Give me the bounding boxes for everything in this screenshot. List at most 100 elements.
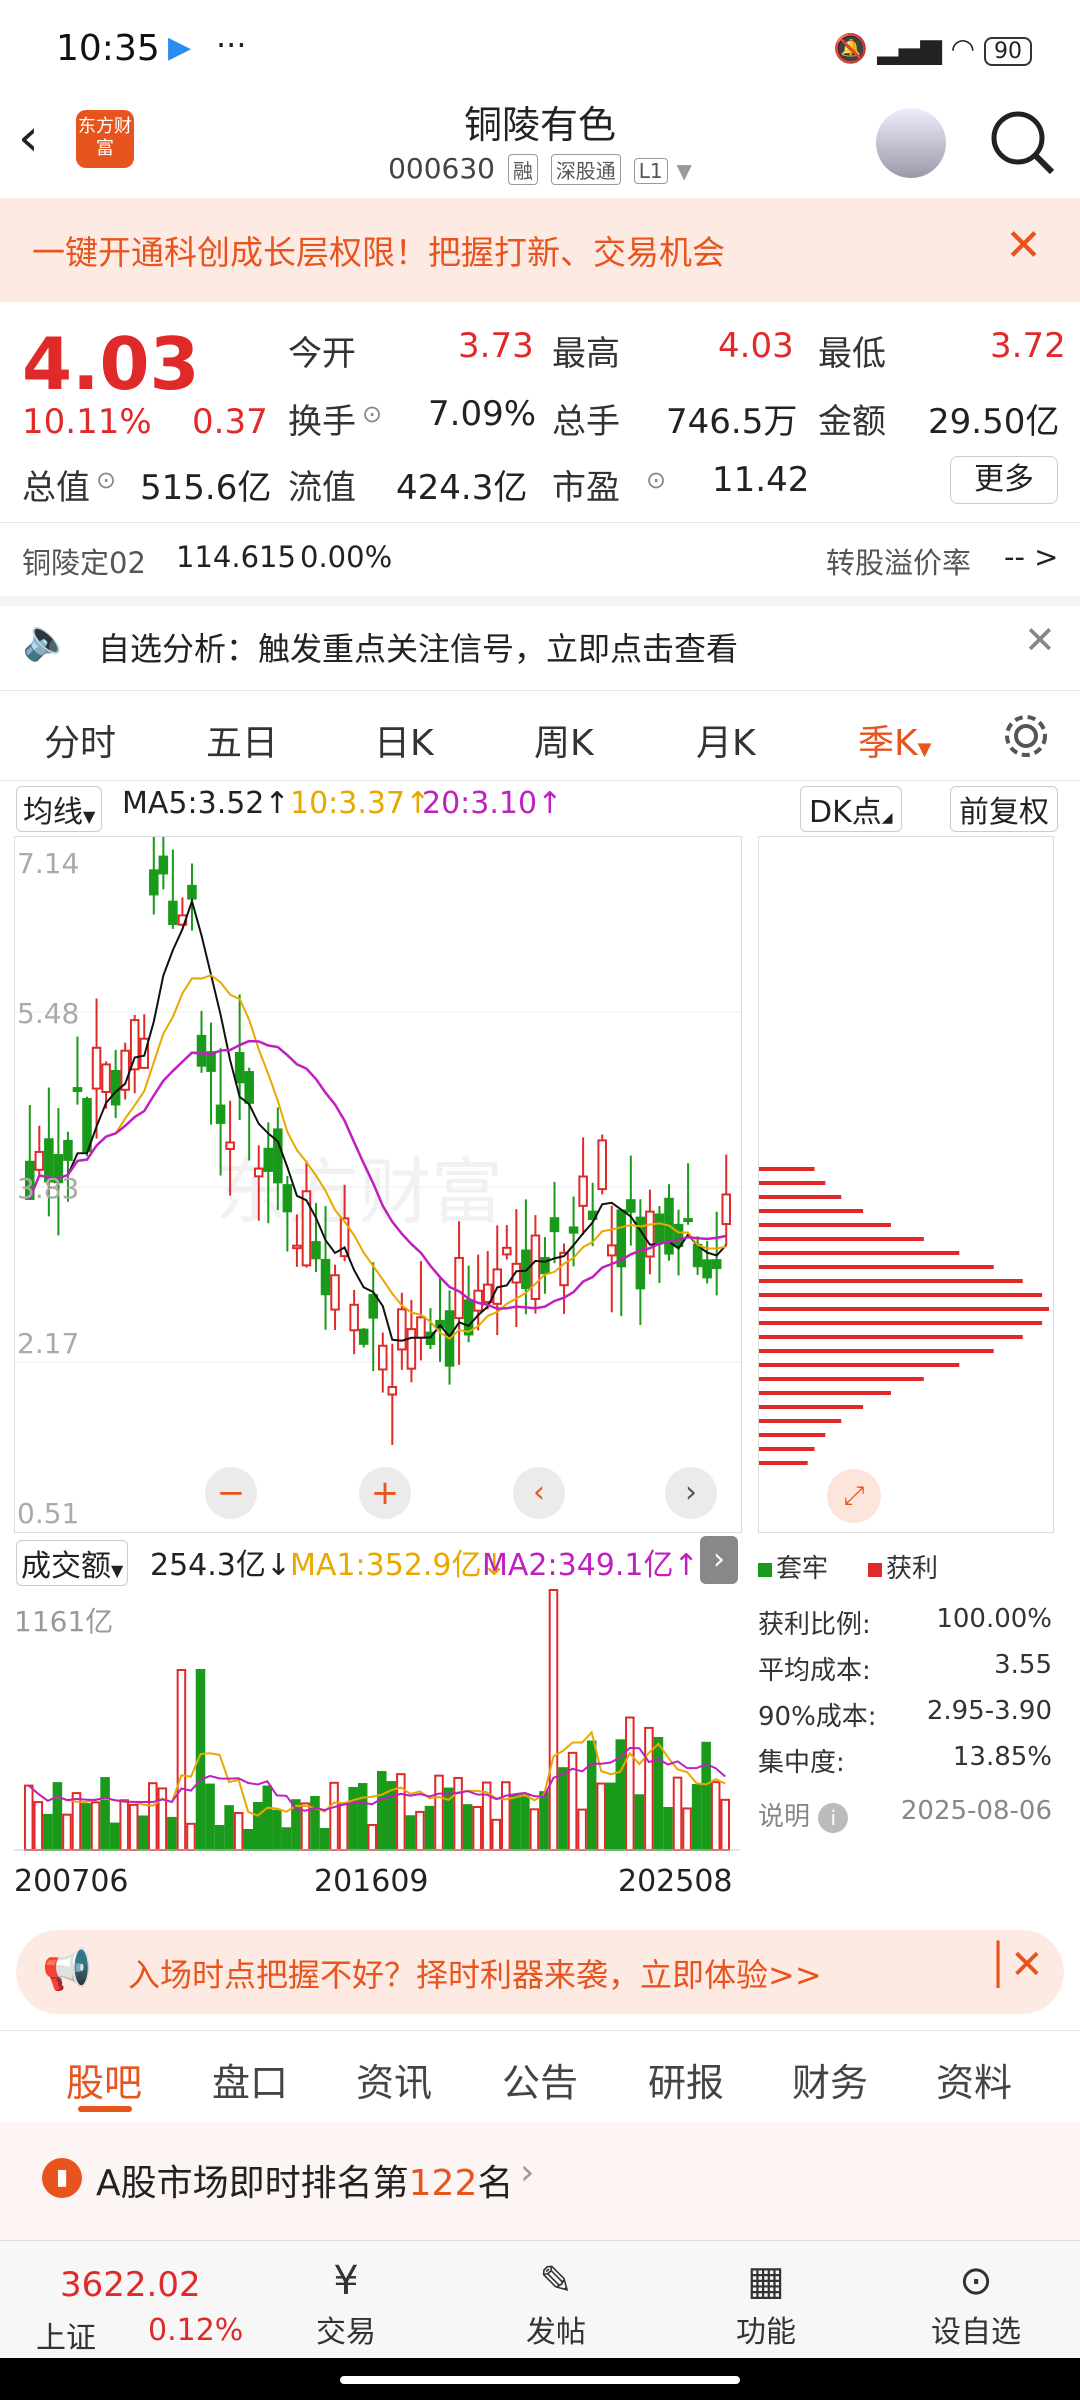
candle-body — [368, 1294, 379, 1319]
analysis-text[interactable]: 自选分析：触发重点关注信号，立即点击查看 — [98, 624, 738, 670]
volume-bar — [510, 1794, 521, 1852]
nav-trade[interactable]: ¥ 交易 — [276, 2255, 416, 2351]
candle-body — [416, 1316, 426, 1339]
tab-forum[interactable]: 股吧 — [66, 2052, 142, 2107]
volume-bar — [262, 1785, 273, 1851]
volume-bar — [644, 1726, 654, 1851]
tab-research[interactable]: 研报 — [648, 2052, 724, 2107]
mktcap-label[interactable]: 总值 — [22, 460, 90, 509]
note-date: 2025-08-06 — [900, 1796, 1052, 1826]
tab-announcements[interactable]: 公告 — [502, 2052, 578, 2107]
candle-body — [606, 1244, 617, 1257]
convertible-name[interactable]: 铜陵定02 — [22, 540, 146, 582]
tab-daily[interactable]: 日K — [374, 714, 434, 766]
nav-functions[interactable]: ▦ 功能 — [696, 2255, 836, 2351]
volume-type-select[interactable]: 成交额▼ — [16, 1540, 129, 1586]
volume-bar — [119, 1799, 129, 1852]
tab-monthly[interactable]: 月K — [696, 714, 756, 766]
tag-margin: 融 — [507, 154, 538, 185]
mute-icon: 🔕 — [833, 32, 869, 65]
close-icon[interactable]: ✕ — [1005, 220, 1042, 271]
note-link[interactable]: 说明 i — [758, 1796, 849, 1833]
chevron-right-icon[interactable]: › — [665, 1467, 717, 1519]
chip-bar — [759, 1363, 960, 1367]
premium-value[interactable]: -- > — [1004, 540, 1058, 574]
volume-bar — [539, 1791, 549, 1851]
volume-bar — [434, 1774, 444, 1851]
chip-bar — [759, 1419, 842, 1423]
tab-intraday[interactable]: 分时 — [44, 714, 116, 766]
expand-icon[interactable]: ⤢ — [827, 1469, 881, 1523]
tab-news[interactable]: 资讯 — [356, 2052, 432, 2107]
low-label: 最低 — [818, 334, 886, 374]
kline-chart[interactable]: 东方财富 7.14 5.48 3.83 2.17 0.51 − + ‹ › — [14, 818, 742, 1533]
promo-banner[interactable]: 一键开通科创成长层权限！把握打新、交易机会 ✕ — [0, 198, 1080, 302]
timing-promo[interactable]: 📢 入场时点把握不好？择时利器来袭，立即体验>> │✕ — [16, 1930, 1064, 2014]
divider — [0, 780, 1080, 781]
more-button[interactable]: 更多 — [950, 456, 1058, 504]
promo-text: 入场时点把握不好？择时利器来袭，立即体验>> — [128, 1956, 822, 1994]
tick-label: 7.14 — [17, 847, 80, 880]
tick-label: 0.51 — [17, 1497, 80, 1530]
close-icon[interactable]: ✕ — [1024, 618, 1056, 662]
volume-ma1: MA1:352.9亿↓ — [290, 1548, 507, 1583]
candle-body — [34, 1150, 45, 1171]
tab-weekly[interactable]: 周K — [534, 714, 594, 766]
divider — [0, 2030, 1080, 2031]
zoom-out-icon[interactable]: − — [205, 1467, 257, 1519]
chip-bar — [759, 1279, 1023, 1283]
nav-watchlist[interactable]: ⊙ 设自选 — [906, 2255, 1046, 2351]
kline-svg: 东方财富 — [15, 818, 741, 1445]
play-icon: ▶ — [168, 30, 192, 65]
chevron-left-icon[interactable]: ‹ — [513, 1467, 565, 1519]
candle-body — [244, 1071, 254, 1104]
tab-finance[interactable]: 财务 — [792, 2052, 868, 2107]
volume-bar — [691, 1784, 702, 1851]
status-icons: 🔕 ▂▄▆ ◠ 90 — [833, 32, 1032, 66]
candle-body — [320, 1258, 331, 1296]
volume-bar — [128, 1803, 139, 1851]
chart-tabs: 分时 五日 日K 周K 月K 季K▼ — [0, 690, 1080, 780]
volume-bar — [252, 1801, 263, 1851]
chip-distribution[interactable]: ⤢ — [758, 836, 1054, 1533]
tab-quarterly[interactable]: 季K▼ — [858, 714, 931, 766]
tab-5day[interactable]: 五日 — [206, 714, 278, 766]
volume-chart[interactable]: 1161亿 200706 201609 202508 — [14, 1588, 740, 1918]
chip-bar — [759, 1195, 842, 1199]
search-icon[interactable] — [988, 108, 1056, 176]
bottom-nav: 3622.02 上证 0.12% ¥ 交易 ✎ 发帖 ▦ 功能 ⊙ 设自选 — [0, 2240, 1080, 2359]
swatch-red — [868, 1563, 882, 1577]
info-icon[interactable]: ⊙ — [96, 466, 116, 494]
chip-bar — [759, 1223, 891, 1227]
close-icon[interactable]: │✕ — [986, 1942, 1044, 1988]
dk-button[interactable]: DK点◢ — [800, 786, 902, 832]
gear-icon[interactable] — [1002, 712, 1050, 760]
market-rank[interactable]: ▮ A股市场即时排名第122名 › — [0, 2122, 1080, 2240]
candle-body — [387, 1385, 398, 1396]
candle-body — [711, 1259, 722, 1270]
info-icon[interactable]: ⊙ — [646, 466, 666, 494]
tab-orderbook[interactable]: 盘口 — [212, 2052, 288, 2107]
zoom-in-icon[interactable]: + — [359, 1467, 411, 1519]
volume-bar — [529, 1808, 540, 1851]
volume-label: 总手 — [552, 402, 620, 442]
index-value[interactable]: 3622.02 — [60, 2265, 201, 2305]
turnover-label[interactable]: 换手 — [288, 394, 356, 443]
assistant-avatar[interactable] — [876, 108, 946, 178]
volume-bar — [186, 1822, 196, 1852]
adjust-button[interactable]: 前复权 — [950, 786, 1058, 832]
expand-panel-button[interactable]: › — [700, 1536, 738, 1584]
nav-post[interactable]: ✎ 发帖 — [486, 2255, 626, 2351]
speaker-icon: 🔈 — [22, 617, 72, 663]
ma-type-select[interactable]: 均线▼ — [16, 786, 103, 832]
pe-value: 11.42 — [712, 460, 810, 500]
megaphone-icon: 📢 — [42, 1947, 92, 1993]
candle-body — [530, 1234, 541, 1300]
tab-profile[interactable]: 资料 — [936, 2052, 1012, 2107]
info-icon[interactable]: ⊙ — [362, 400, 382, 428]
pe-label[interactable]: 市盈 — [552, 460, 620, 509]
candle-body — [72, 1087, 83, 1093]
chevron-down-icon[interactable]: ▼ — [677, 159, 692, 183]
gesture-bar — [0, 2358, 1080, 2400]
grid-icon: ▦ — [747, 2258, 785, 2304]
